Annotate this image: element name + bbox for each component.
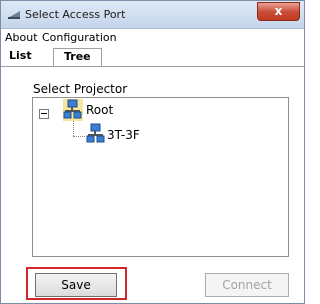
menu-configuration[interactable]: Configuration <box>42 31 117 44</box>
menu-about[interactable]: About <box>5 31 38 44</box>
tree-item-3t-3f[interactable]: 3T-3F <box>107 128 140 142</box>
app-icon <box>7 9 21 20</box>
title-bar: Select Access Port x <box>1 1 304 29</box>
close-button[interactable]: x <box>257 2 300 21</box>
close-icon: x <box>274 4 283 18</box>
network-child-icon <box>86 123 106 145</box>
dialog-window: Select Access Port x About Configuration… <box>0 0 305 304</box>
tab-list[interactable]: List <box>3 48 38 67</box>
window-title: Select Access Port <box>25 8 126 21</box>
tab-strip: List Tree <box>1 45 304 67</box>
save-button[interactable]: Save <box>35 273 117 297</box>
tree-item-root[interactable]: Root <box>86 103 113 117</box>
connect-button[interactable]: Connect <box>205 273 289 297</box>
tree-connector <box>73 136 85 137</box>
tree-connector <box>73 121 74 136</box>
tab-tree[interactable]: Tree <box>53 48 102 67</box>
collapse-icon[interactable] <box>39 109 49 119</box>
network-root-icon <box>63 99 83 121</box>
section-label: Select Projector <box>33 82 128 96</box>
menu-bar: About Configuration <box>1 29 304 45</box>
